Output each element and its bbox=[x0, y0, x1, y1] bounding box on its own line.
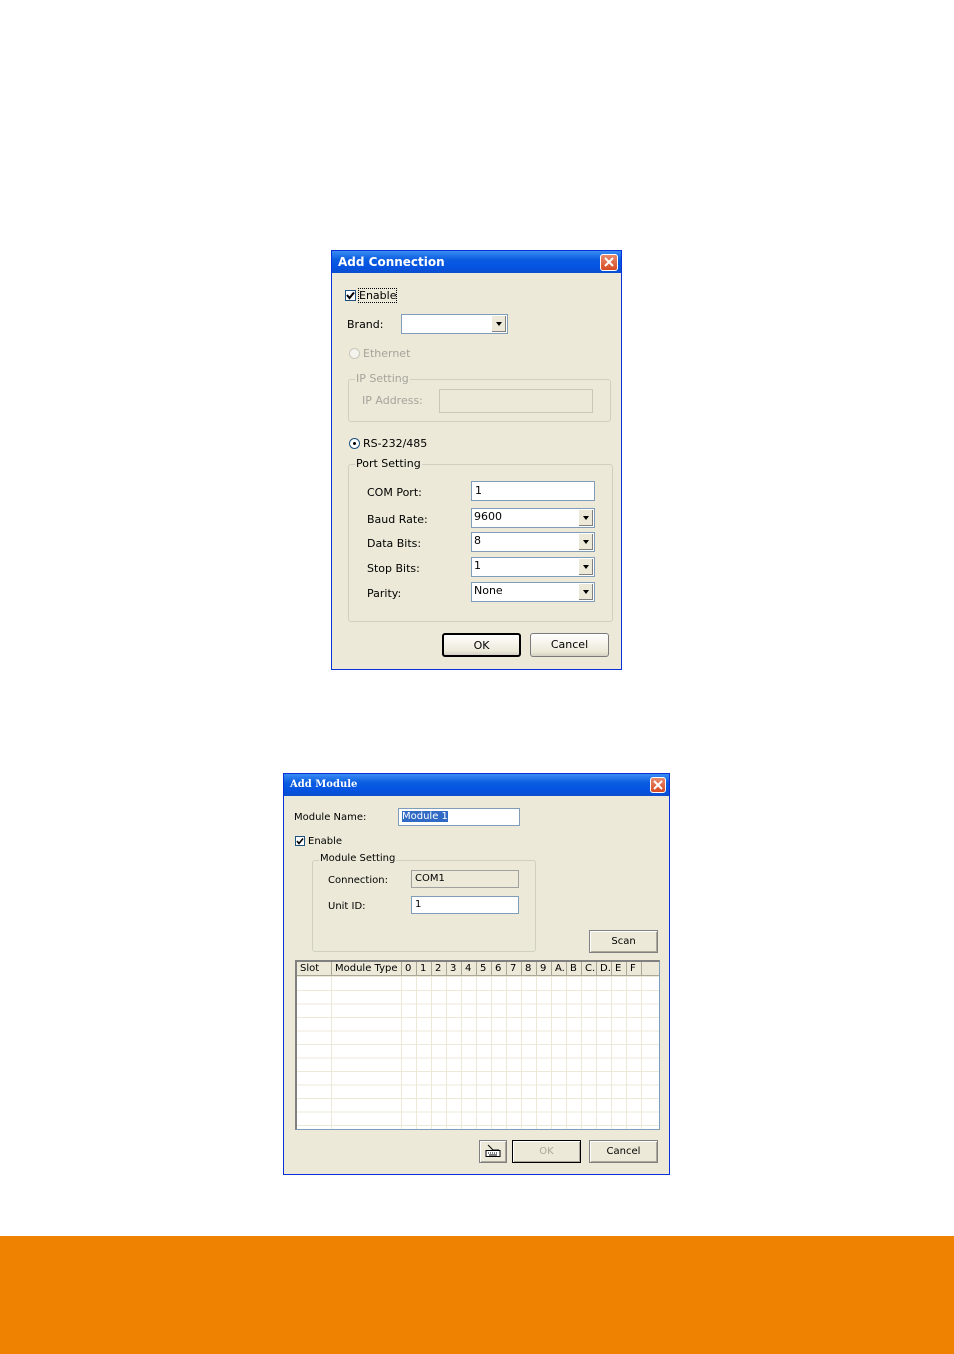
chevron-down-icon[interactable] bbox=[578, 510, 593, 526]
connection-field: COM1 bbox=[411, 870, 519, 888]
column-header[interactable]: 6 bbox=[492, 962, 507, 976]
stop-bits-select[interactable]: 1 bbox=[471, 557, 595, 577]
cancel-button[interactable]: Cancel bbox=[530, 633, 609, 657]
column-header[interactable]: E bbox=[612, 962, 627, 976]
unit-id-input[interactable]: 1 bbox=[411, 896, 519, 914]
ethernet-radio[interactable] bbox=[349, 348, 360, 359]
column-header[interactable]: 7 bbox=[507, 962, 522, 976]
chevron-down-icon[interactable] bbox=[491, 316, 506, 332]
enable-label[interactable]: Enable bbox=[357, 288, 398, 303]
ip-setting-group: IP Setting IP Address: bbox=[348, 372, 611, 422]
baud-rate-select[interactable]: 9600 bbox=[471, 508, 595, 528]
ip-address-label: IP Address: bbox=[362, 394, 423, 407]
ip-setting-title: IP Setting bbox=[355, 372, 410, 385]
column-header[interactable]: 3 bbox=[447, 962, 462, 976]
baud-rate-label: Baud Rate: bbox=[367, 513, 428, 526]
ip-address-input[interactable] bbox=[439, 389, 593, 413]
data-bits-select[interactable]: 8 bbox=[471, 532, 595, 552]
add-connection-dialog: Add Connection Enable Brand: Ethernet IP… bbox=[331, 250, 622, 670]
keyboard-icon bbox=[485, 1144, 501, 1157]
column-header[interactable]: D. bbox=[597, 962, 612, 976]
add-connection-titlebar[interactable]: Add Connection bbox=[332, 251, 621, 273]
close-button[interactable] bbox=[600, 254, 618, 271]
column-header[interactable]: 1 bbox=[417, 962, 432, 976]
column-header[interactable]: 4 bbox=[462, 962, 477, 976]
add-module-dialog: Add Module Module Name: Module 1 Enable … bbox=[283, 773, 670, 1175]
module-slot-table[interactable]: Slot Module Type 0 1 2 3 4 5 6 7 8 9 A. B C. D. E F bbox=[295, 960, 660, 1130]
module-name-label: Module Name: bbox=[294, 812, 367, 823]
column-header[interactable]: Module Type bbox=[332, 962, 402, 976]
column-header[interactable]: 0 bbox=[402, 962, 417, 976]
footer-band bbox=[0, 1236, 954, 1354]
port-setting-title: Port Setting bbox=[355, 457, 422, 470]
parity-select[interactable]: None bbox=[471, 582, 595, 602]
module-name-value: Module 1 bbox=[402, 811, 448, 822]
module-setting-group: Module Setting Connection: COM1 Unit ID:… bbox=[312, 853, 536, 952]
close-button[interactable] bbox=[650, 777, 666, 793]
module-enable-checkbox[interactable] bbox=[295, 836, 305, 846]
chevron-down-icon[interactable] bbox=[578, 534, 593, 550]
cancel-button[interactable]: Cancel bbox=[589, 1140, 658, 1163]
enable-checkbox[interactable] bbox=[345, 290, 356, 301]
com-port-label: COM Port: bbox=[367, 486, 422, 499]
ok-button[interactable]: OK bbox=[442, 633, 521, 657]
column-header-filler bbox=[642, 962, 659, 976]
checkmark-icon bbox=[346, 291, 355, 300]
module-name-input[interactable]: Module 1 bbox=[398, 808, 520, 826]
stop-bits-label: Stop Bits: bbox=[367, 562, 420, 575]
chevron-down-icon[interactable] bbox=[578, 584, 593, 600]
module-enable-label[interactable]: Enable bbox=[308, 836, 342, 847]
column-header[interactable]: A. bbox=[552, 962, 567, 976]
column-header[interactable]: 2 bbox=[432, 962, 447, 976]
com-port-input[interactable]: 1 bbox=[471, 481, 595, 501]
ok-button[interactable]: OK bbox=[512, 1140, 581, 1163]
column-header[interactable]: 8 bbox=[522, 962, 537, 976]
brand-select[interactable] bbox=[401, 314, 508, 334]
column-header[interactable]: 9 bbox=[537, 962, 552, 976]
close-icon bbox=[604, 257, 614, 267]
rs232-label: RS-232/485 bbox=[363, 437, 428, 450]
data-bits-label: Data Bits: bbox=[367, 537, 422, 550]
table-header: Slot Module Type 0 1 2 3 4 5 6 7 8 9 A. B C. D. E F bbox=[297, 962, 659, 977]
unit-id-label: Unit ID: bbox=[328, 901, 366, 912]
brand-label: Brand: bbox=[347, 318, 384, 331]
table-grid bbox=[297, 977, 659, 1129]
close-icon bbox=[653, 780, 663, 790]
checkmark-icon bbox=[296, 838, 304, 845]
connection-label: Connection: bbox=[328, 875, 388, 886]
column-header[interactable]: F bbox=[627, 962, 642, 976]
module-setting-title: Module Setting bbox=[319, 853, 397, 864]
add-module-title: Add Module bbox=[290, 779, 358, 790]
parity-label: Parity: bbox=[367, 587, 402, 600]
column-header[interactable]: C. bbox=[582, 962, 597, 976]
column-header[interactable]: Slot bbox=[297, 962, 332, 976]
keyboard-button[interactable] bbox=[479, 1140, 507, 1163]
column-header[interactable]: B bbox=[567, 962, 582, 976]
ethernet-label: Ethernet bbox=[363, 347, 411, 360]
add-module-titlebar[interactable]: Add Module bbox=[284, 774, 669, 796]
add-connection-title: Add Connection bbox=[338, 255, 445, 269]
rs232-radio[interactable] bbox=[349, 438, 360, 449]
port-setting-group: Port Setting COM Port: 1 Baud Rate: 9600… bbox=[348, 457, 613, 622]
chevron-down-icon[interactable] bbox=[578, 559, 593, 575]
scan-button[interactable]: Scan bbox=[589, 930, 658, 953]
column-header[interactable]: 5 bbox=[477, 962, 492, 976]
